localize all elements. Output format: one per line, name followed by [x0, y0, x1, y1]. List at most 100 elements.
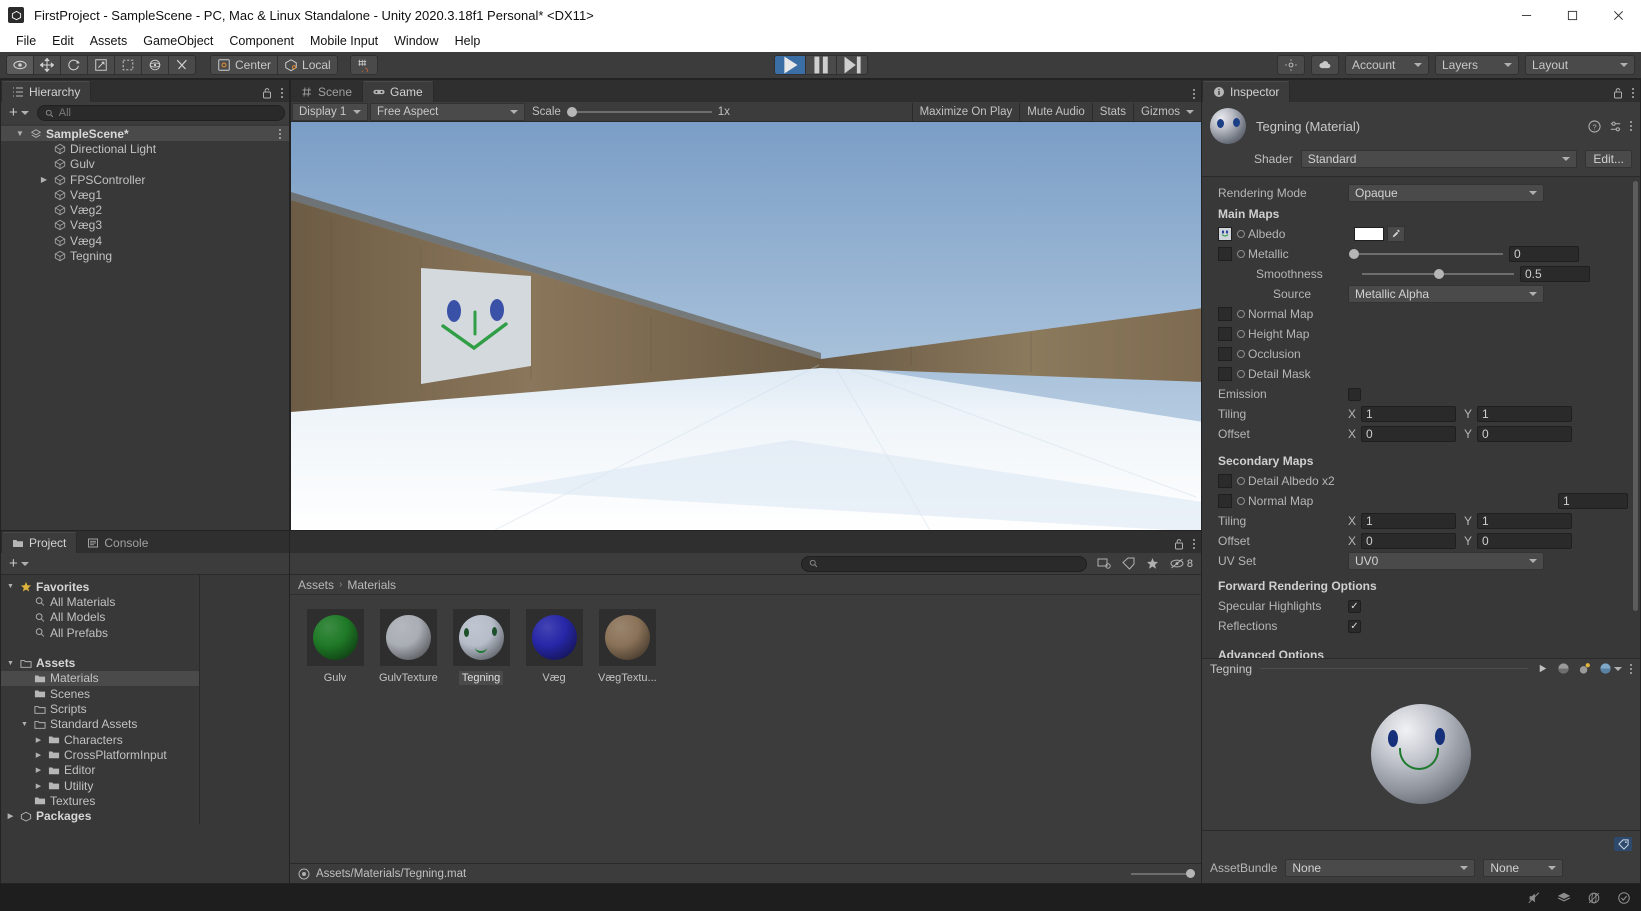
tab-project[interactable]: Project — [1, 532, 78, 553]
expander-right-icon[interactable] — [33, 766, 44, 774]
albedo-texture-slot[interactable] — [1218, 227, 1232, 241]
tab-inspector[interactable]: Inspector — [1202, 81, 1291, 102]
cloud-icon[interactable] — [1311, 55, 1339, 75]
expander-right-icon[interactable] — [33, 782, 44, 790]
filter-label-icon[interactable] — [1122, 557, 1135, 570]
preview-render-dropdown[interactable] — [1599, 662, 1622, 675]
uv-set-dropdown[interactable]: UV0 — [1348, 552, 1544, 570]
asset-item-tegning[interactable]: Tegning — [450, 609, 512, 685]
filter-type-icon[interactable] — [1097, 557, 1111, 570]
breadcrumb-assets[interactable]: Assets — [298, 578, 334, 592]
inspector-kebab-icon[interactable] — [1630, 121, 1632, 131]
project-tree-item-all-prefabs[interactable]: All Prefabs — [1, 625, 199, 640]
metallic-slider[interactable] — [1349, 249, 1503, 259]
services-icon[interactable] — [1277, 55, 1305, 75]
asset-thumbnail[interactable] — [452, 609, 510, 666]
menu-component[interactable]: Component — [221, 32, 302, 50]
hand-tool-button[interactable] — [6, 55, 34, 75]
no-collab-icon[interactable] — [1587, 891, 1601, 905]
source-dropdown[interactable]: Metallic Alpha — [1348, 285, 1544, 303]
project-tree-item-scripts[interactable]: Scripts — [1, 701, 199, 716]
sec-tiling-y-field[interactable]: 1 — [1477, 513, 1572, 529]
stats-toggle[interactable]: Stats — [1091, 102, 1134, 121]
hierarchy-menu-icon[interactable] — [281, 88, 283, 98]
height-map-texture-slot[interactable] — [1218, 327, 1232, 341]
asset-item-gulvtexture[interactable]: GulvTexture — [377, 609, 439, 685]
lock-icon[interactable] — [1612, 87, 1624, 99]
secondary-normal-texture-slot[interactable] — [1218, 494, 1232, 508]
scale-tool-button[interactable] — [87, 55, 115, 75]
metallic-slider-knob[interactable] — [1349, 249, 1359, 259]
height-map-radio-icon[interactable] — [1237, 330, 1245, 338]
secondary-normal-value-field[interactable]: 1 — [1558, 493, 1628, 509]
assetbundle-variant-dropdown[interactable]: None — [1483, 859, 1564, 877]
occlusion-radio-icon[interactable] — [1237, 350, 1245, 358]
project-tree-item-utility[interactable]: Utility — [1, 778, 199, 793]
albedo-radio-icon[interactable] — [1237, 230, 1245, 238]
project-tree-item-standard-assets[interactable]: Standard Assets — [1, 717, 199, 732]
breadcrumb-materials[interactable]: Materials — [347, 578, 396, 592]
account-dropdown[interactable]: Account — [1345, 55, 1429, 75]
mute-icon[interactable] — [1527, 891, 1541, 905]
project-tree-item-favorites[interactable]: Favorites — [1, 579, 199, 594]
gizmos-toggle[interactable]: Gizmos — [1133, 102, 1201, 121]
menu-mobile-input[interactable]: Mobile Input — [302, 32, 386, 50]
asset-label-icon[interactable] — [1614, 837, 1632, 851]
hierarchy-item-v-g4[interactable]: Væg4 — [1, 233, 289, 248]
expander-down-icon[interactable] — [5, 583, 16, 590]
project-tree-item-assets[interactable]: Assets — [1, 655, 199, 670]
project-create-button[interactable]: + — [5, 556, 33, 571]
rotate-tool-button[interactable] — [60, 55, 88, 75]
asset-thumbnail[interactable] — [379, 609, 437, 666]
normal-map-texture-slot[interactable] — [1218, 307, 1232, 321]
scene-context-menu-icon[interactable] — [279, 128, 281, 139]
preset-icon[interactable] — [1609, 120, 1622, 133]
detail-mask-texture-slot[interactable] — [1218, 367, 1232, 381]
specular-highlights-checkbox[interactable]: ✓ — [1348, 599, 1361, 613]
play-button[interactable] — [773, 55, 806, 75]
hierarchy-item-directional-light[interactable]: Directional Light — [1, 141, 289, 156]
scale-slider-track[interactable] — [566, 106, 712, 117]
detail-mask-radio-icon[interactable] — [1237, 370, 1245, 378]
inspector-menu-icon[interactable] — [1632, 88, 1634, 98]
expander-down-icon[interactable] — [19, 721, 30, 728]
game-view-canvas[interactable] — [291, 122, 1201, 530]
display-dropdown[interactable]: Display 1 — [292, 102, 368, 121]
menu-edit[interactable]: Edit — [44, 32, 82, 50]
secondary-normal-radio-icon[interactable] — [1237, 497, 1245, 505]
gameview-menu-icon[interactable] — [1193, 89, 1195, 99]
expander-down-icon[interactable] — [15, 129, 25, 138]
asset-item-v-gtextu[interactable]: VægTextu... — [596, 609, 658, 685]
hierarchy-item-v-g1[interactable]: Væg1 — [1, 187, 289, 202]
pause-button[interactable] — [804, 55, 837, 75]
smoothness-value-field[interactable]: 0.5 — [1520, 266, 1590, 282]
expander-right-icon[interactable] — [39, 175, 49, 184]
albedo-color-field[interactable] — [1354, 227, 1384, 241]
smoothness-slider[interactable] — [1362, 269, 1514, 279]
check-icon[interactable] — [1617, 891, 1631, 905]
emission-checkbox[interactable] — [1348, 387, 1361, 401]
maximize-button[interactable] — [1549, 0, 1595, 30]
menu-window[interactable]: Window — [386, 32, 446, 50]
lock-icon[interactable] — [1173, 538, 1185, 550]
transform-tool-button[interactable] — [141, 55, 169, 75]
project-tree-item-packages[interactable]: Packages — [1, 808, 199, 823]
metallic-radio-icon[interactable] — [1237, 250, 1245, 258]
hierarchy-item-tegning[interactable]: Tegning — [1, 248, 289, 263]
project-tree-item-materials[interactable]: Materials — [1, 670, 199, 687]
help-icon[interactable]: ? — [1588, 119, 1601, 133]
asset-thumbnail[interactable] — [598, 609, 656, 666]
scale-slider[interactable] — [566, 106, 712, 117]
menu-file[interactable]: File — [8, 32, 44, 50]
layers-icon[interactable] — [1557, 891, 1571, 905]
smoothness-slider-knob[interactable] — [1434, 269, 1444, 279]
offset-y-field[interactable]: 0 — [1477, 426, 1572, 442]
occlusion-texture-slot[interactable] — [1218, 347, 1232, 361]
grid-snap-icon[interactable] — [349, 55, 378, 75]
rect-tool-button[interactable] — [114, 55, 142, 75]
inspector-scrollbar[interactable] — [1633, 181, 1638, 658]
detail-albedo-texture-slot[interactable] — [1218, 474, 1232, 488]
layers-dropdown[interactable]: Layers — [1435, 55, 1519, 75]
pivot-mode-button[interactable]: Center — [210, 55, 279, 75]
rendering-mode-dropdown[interactable]: Opaque — [1348, 184, 1544, 202]
